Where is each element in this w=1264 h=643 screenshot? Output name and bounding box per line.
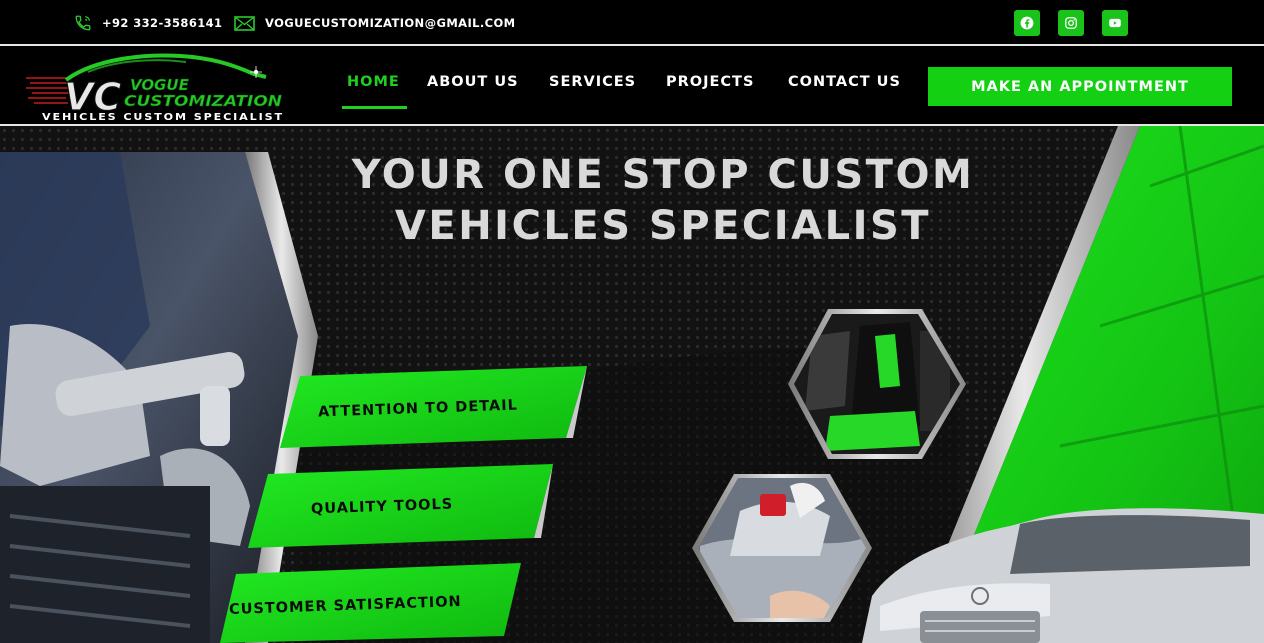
nav-projects[interactable]: PROJECTS (666, 74, 754, 98)
headline-line-2: VEHICLES SPECIALIST (394, 203, 932, 249)
nav-about-us[interactable]: ABOUT US (427, 74, 519, 98)
logo-name-line2: CUSTOMIZATION (124, 92, 282, 110)
brand-logo[interactable]: VC VOGUE CUSTOMIZATION VEHICLES CUSTOM S… (26, 50, 292, 123)
nav-services[interactable]: SERVICES (549, 74, 636, 98)
hero-banner: YOUR ONE STOP CUSTOM VEHICLES SPECIALIST… (0, 126, 1264, 643)
nav-home[interactable]: HOME (347, 74, 400, 98)
hero-headline: YOUR ONE STOP CUSTOM VEHICLES SPECIALIST (250, 150, 1076, 252)
headline-line-1: YOUR ONE STOP CUSTOM (351, 152, 975, 198)
nav-contact-us[interactable]: CONTACT US (788, 74, 901, 98)
phone-contact[interactable]: +92 332-3586141 (74, 0, 222, 46)
facebook-icon[interactable] (1014, 10, 1040, 36)
active-nav-indicator (342, 106, 407, 109)
phone-number: +92 332-3586141 (102, 16, 223, 30)
youtube-icon[interactable] (1102, 10, 1128, 36)
email-contact[interactable]: VOGUECUSTOMIZATION@GMAIL.COM (234, 0, 516, 46)
mail-icon (234, 15, 255, 31)
make-appointment-button[interactable]: MAKE AN APPOINTMENT (928, 67, 1232, 106)
email-address: VOGUECUSTOMIZATION@GMAIL.COM (265, 16, 516, 30)
main-navigation: VC VOGUE CUSTOMIZATION VEHICLES CUSTOM S… (0, 46, 1264, 126)
instagram-icon[interactable] (1058, 10, 1084, 36)
phone-icon (74, 14, 92, 32)
logo-tagline: VEHICLES CUSTOM SPECIALIST (42, 112, 284, 122)
top-contact-bar: +92 332-3586141 VOGUECUSTOMIZATION@GMAIL… (0, 0, 1264, 46)
